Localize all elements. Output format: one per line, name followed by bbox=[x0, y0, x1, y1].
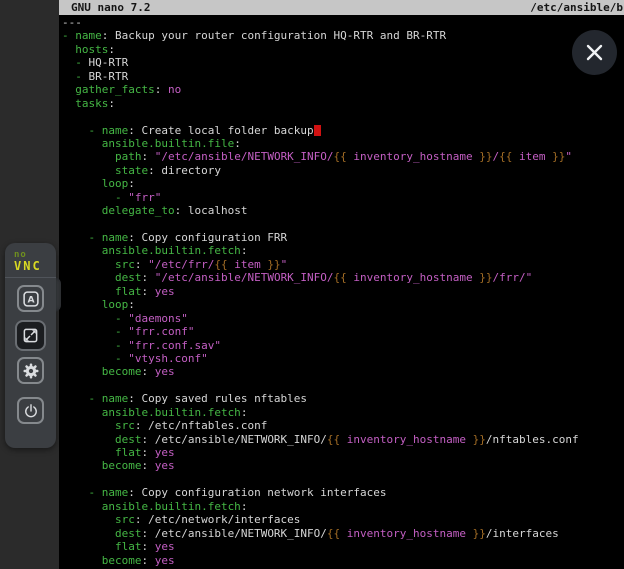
code-line: - name: Copy configuration network inter… bbox=[62, 486, 624, 499]
fullscreen-icon bbox=[20, 325, 41, 346]
text-cursor bbox=[314, 125, 321, 136]
code-line: become: yes bbox=[62, 365, 624, 378]
nano-file-path: /etc/ansible/b bbox=[530, 0, 624, 15]
code-line: - BR-RTR bbox=[62, 70, 624, 83]
code-line: - name: Backup your router configuration… bbox=[62, 29, 624, 42]
code-line: become: yes bbox=[62, 554, 624, 567]
gear-icon bbox=[21, 361, 41, 381]
code-line: src: "/etc/frr/{{ item }}" bbox=[62, 258, 624, 271]
extra-keys-button[interactable]: A bbox=[17, 285, 44, 312]
code-line: tasks: bbox=[62, 97, 624, 110]
code-line: state: directory bbox=[62, 164, 624, 177]
code-line: dest: /etc/ansible/NETWORK_INFO/{{ inven… bbox=[62, 433, 624, 446]
code-line bbox=[62, 110, 624, 123]
code-line: hosts: bbox=[62, 43, 624, 56]
code-line: become: yes bbox=[62, 459, 624, 472]
code-line: ansible.builtin.fetch: bbox=[62, 244, 624, 257]
code-line bbox=[62, 379, 624, 392]
code-line: loop: bbox=[62, 298, 624, 311]
terminal-text[interactable]: ---- name: Backup your router configurat… bbox=[59, 16, 624, 569]
code-line: flat: yes bbox=[62, 285, 624, 298]
settings-button[interactable] bbox=[17, 357, 44, 384]
code-line: - HQ-RTR bbox=[62, 56, 624, 69]
code-line: flat: yes bbox=[62, 446, 624, 459]
code-line: ansible.builtin.fetch: bbox=[62, 500, 624, 513]
code-line: - "daemons" bbox=[62, 312, 624, 325]
code-line: ansible.builtin.fetch: bbox=[62, 406, 624, 419]
code-line: - "vtysh.conf" bbox=[62, 352, 624, 365]
novnc-logo: no VNC bbox=[5, 243, 56, 278]
novnc-control-panel: no VNC A bbox=[5, 243, 56, 448]
code-line: - name: Copy saved rules nftables bbox=[62, 392, 624, 405]
code-line: src: /etc/nftables.conf bbox=[62, 419, 624, 432]
code-line: delegate_to: localhost bbox=[62, 204, 624, 217]
code-line: - "frr" bbox=[62, 191, 624, 204]
close-button[interactable] bbox=[572, 30, 617, 75]
code-line: dest: "/etc/ansible/NETWORK_INFO/{{ inve… bbox=[62, 271, 624, 284]
power-button[interactable] bbox=[17, 397, 44, 424]
code-line: dest: /etc/ansible/NETWORK_INFO/{{ inven… bbox=[62, 527, 624, 540]
code-line: flat: yes bbox=[62, 540, 624, 553]
code-line bbox=[62, 473, 624, 486]
code-line: gather_facts: no bbox=[62, 83, 624, 96]
vnc-remote-screen[interactable]: GNU nano 7.2 /etc/ansible/b ---- name: B… bbox=[59, 0, 624, 569]
code-line: src: /etc/network/interfaces bbox=[62, 513, 624, 526]
keycap-a-icon: A bbox=[20, 288, 42, 310]
svg-text:A: A bbox=[27, 294, 35, 305]
close-x-icon bbox=[585, 43, 604, 62]
code-line: --- bbox=[62, 16, 624, 29]
code-line: - name: Copy configuration FRR bbox=[62, 231, 624, 244]
power-icon bbox=[21, 401, 41, 421]
fullscreen-button[interactable] bbox=[15, 320, 46, 351]
code-line: - "frr.conf" bbox=[62, 325, 624, 338]
code-line: ansible.builtin.file: bbox=[62, 137, 624, 150]
nano-app-title: GNU nano 7.2 bbox=[71, 0, 150, 15]
code-line: loop: bbox=[62, 177, 624, 190]
code-line: path: "/etc/ansible/NETWORK_INFO/{{ inve… bbox=[62, 150, 624, 163]
code-line: - name: Create local folder backup bbox=[62, 124, 624, 137]
novnc-logo-bottom: VNC bbox=[14, 261, 56, 272]
nano-titlebar: GNU nano 7.2 /etc/ansible/b bbox=[59, 0, 624, 15]
code-line bbox=[62, 218, 624, 231]
code-line: - "frr.conf.sav" bbox=[62, 339, 624, 352]
